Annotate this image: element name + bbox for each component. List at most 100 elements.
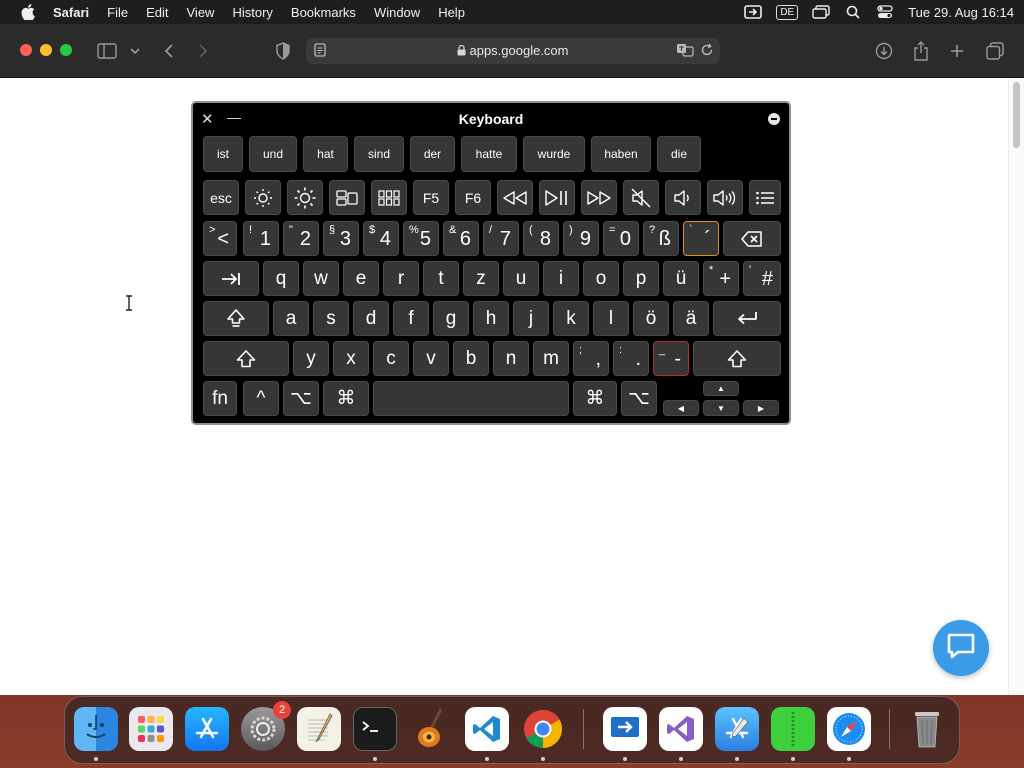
key-dash[interactable]: _ -	[653, 341, 689, 376]
key-9[interactable]: ) 9	[563, 221, 599, 256]
launchpad-icon[interactable]	[129, 707, 173, 751]
fast-forward-key[interactable]	[581, 180, 617, 215]
tab-key[interactable]	[203, 261, 259, 296]
suggestion-key[interactable]: ist	[203, 136, 243, 172]
chat-support-button[interactable]	[933, 620, 989, 676]
key-letter[interactable]: g	[433, 301, 469, 336]
fullscreen-window-button[interactable]	[60, 44, 72, 56]
key-letter[interactable]: c	[373, 341, 409, 376]
mission-control-key[interactable]	[329, 180, 365, 215]
menu-history[interactable]: History	[232, 5, 272, 20]
key-3[interactable]: § 3	[323, 221, 359, 256]
brightness-down-key[interactable]	[245, 180, 281, 215]
menu-help[interactable]: Help	[438, 5, 465, 20]
suggestion-key[interactable]: die	[657, 136, 701, 172]
key-letter[interactable]: t	[423, 261, 459, 296]
sidebar-icon[interactable]	[96, 40, 118, 62]
key-letter[interactable]: m	[533, 341, 569, 376]
menu-bookmarks[interactable]: Bookmarks	[291, 5, 356, 20]
menu-file[interactable]: File	[107, 5, 128, 20]
return-key[interactable]	[713, 301, 781, 336]
translate-icon[interactable]	[676, 43, 694, 62]
key-hash[interactable]: ' #	[743, 261, 781, 296]
key-letter[interactable]: f	[393, 301, 429, 336]
input-source-badge[interactable]: DE	[776, 4, 799, 20]
key-letter[interactable]: h	[473, 301, 509, 336]
menu-edit[interactable]: Edit	[146, 5, 168, 20]
suggestion-key[interactable]: und	[249, 136, 297, 172]
vscode-icon[interactable]	[465, 707, 509, 751]
suggestion-key[interactable]: haben	[591, 136, 651, 172]
xcode-instruments-icon[interactable]	[715, 707, 759, 751]
key-letter[interactable]: l	[593, 301, 629, 336]
trash-icon[interactable]	[905, 707, 949, 751]
archive-utility-icon[interactable]	[771, 707, 815, 751]
key-letter[interactable]: ö	[633, 301, 669, 336]
menu-window[interactable]: Window	[374, 5, 420, 20]
play-pause-key[interactable]	[539, 180, 575, 215]
menu-clock[interactable]: Tue 29. Aug 16:14	[908, 5, 1014, 20]
key-2[interactable]: " 2	[283, 221, 319, 256]
apple-menu-icon[interactable]	[20, 4, 36, 20]
left-command-key[interactable]: ⌘	[323, 381, 369, 416]
key-0[interactable]: = 0	[603, 221, 639, 256]
key-acute-accent[interactable]: ` ´	[683, 221, 719, 256]
fn-key[interactable]: fn	[203, 381, 237, 416]
new-tab-icon[interactable]	[946, 40, 968, 62]
key-letter[interactable]: p	[623, 261, 659, 296]
suggestion-key[interactable]: der	[410, 136, 455, 172]
space-bar[interactable]	[373, 381, 569, 416]
key-letter[interactable]: z	[463, 261, 499, 296]
window-display-icon[interactable]	[812, 4, 830, 20]
volume-up-key[interactable]	[707, 180, 743, 215]
dictation-menu-key[interactable]	[749, 180, 781, 215]
suggestion-key[interactable]: hatte	[461, 136, 517, 172]
arrow-down-key[interactable]: ▼	[703, 400, 739, 416]
key-letter[interactable]: ü	[663, 261, 699, 296]
key-letter[interactable]: d	[353, 301, 389, 336]
control-center-icon[interactable]	[876, 4, 894, 20]
address-bar[interactable]: apps.google.com	[306, 38, 720, 64]
visual-studio-icon[interactable]	[659, 707, 703, 751]
system-settings-icon[interactable]: 2	[241, 701, 291, 751]
page-scrollbar[interactable]	[1008, 78, 1024, 695]
arrow-up-key[interactable]: ▲	[703, 381, 739, 396]
key-letter[interactable]: w	[303, 261, 339, 296]
key-letter[interactable]: j	[513, 301, 549, 336]
key-letter[interactable]: s	[313, 301, 349, 336]
arrow-right-key[interactable]: ▶	[743, 400, 779, 416]
back-button-icon[interactable]	[158, 40, 180, 62]
right-command-key[interactable]: ⌘	[573, 381, 617, 416]
remote-desktop-icon[interactable]	[603, 707, 647, 751]
f5-key[interactable]: F5	[413, 180, 449, 215]
garageband-icon[interactable]	[409, 707, 453, 751]
key-letter[interactable]: y	[293, 341, 329, 376]
textedit-icon[interactable]	[297, 707, 341, 751]
key-letter[interactable]: q	[263, 261, 299, 296]
keyboard-options-icon[interactable]	[768, 113, 780, 125]
downloads-icon[interactable]	[873, 40, 895, 62]
key-period[interactable]: :.	[613, 341, 649, 376]
key-letter[interactable]: n	[493, 341, 529, 376]
url-text[interactable]: apps.google.com	[306, 43, 720, 58]
left-option-key[interactable]: ⌥	[283, 381, 319, 416]
key-4[interactable]: $4	[363, 221, 399, 256]
key-letter[interactable]: u	[503, 261, 539, 296]
suggestion-key[interactable]: sind	[354, 136, 404, 172]
menu-app-name[interactable]: Safari	[53, 5, 89, 20]
key-letter[interactable]: e	[343, 261, 379, 296]
volume-down-key[interactable]	[665, 180, 701, 215]
key-letter[interactable]: r	[383, 261, 419, 296]
caps-lock-key[interactable]	[203, 301, 269, 336]
right-shift-key[interactable]	[693, 341, 781, 376]
spotlight-search-icon[interactable]	[844, 4, 862, 20]
key-plus[interactable]: * +	[703, 261, 739, 296]
key-less-than[interactable]: > <	[203, 221, 237, 256]
mute-key[interactable]	[623, 180, 659, 215]
key-letter[interactable]: i	[543, 261, 579, 296]
suggestion-key[interactable]: wurde	[523, 136, 585, 172]
share-icon[interactable]	[910, 40, 932, 62]
right-option-key[interactable]: ⌥	[621, 381, 657, 416]
control-key[interactable]: ^	[243, 381, 279, 416]
chevron-down-icon[interactable]	[124, 40, 146, 62]
